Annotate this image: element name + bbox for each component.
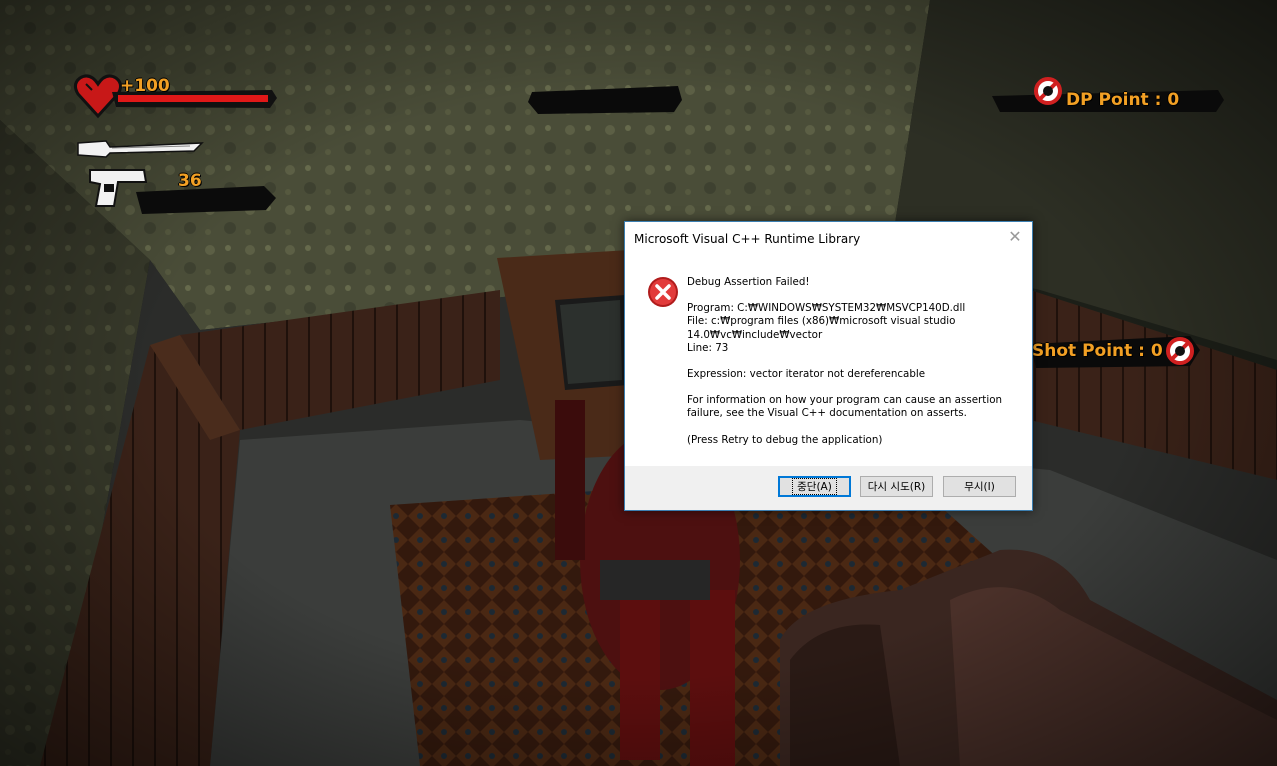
objective-banner [528, 86, 682, 114]
health-value: +100 [120, 76, 170, 96]
knife-icon [77, 140, 204, 158]
ammo-count: 36 [178, 171, 202, 191]
file-path-line-2: 14.0₩vc₩include₩vector [687, 328, 823, 341]
program-path: Program: C:₩WINDOWS₩SYSTEM32₩MSVCP140D.d… [687, 302, 966, 315]
info-text-line-1: For information on how your program can … [687, 394, 1003, 407]
no-entry-icon [1034, 77, 1062, 105]
assertion-dialog: Microsoft Visual C++ Runtime Library ✕ D… [624, 221, 1033, 511]
error-icon [648, 277, 678, 307]
line-number: Line: 73 [687, 341, 729, 354]
shot-point-label: Shot Point : 0 [1032, 341, 1163, 361]
close-button[interactable]: ✕ [1004, 226, 1026, 248]
game-viewport[interactable]: +100 36 DP Point : 0 Shot Point : 0 Micr… [0, 0, 1277, 766]
dialog-title: Microsoft Visual C++ Runtime Library [634, 232, 861, 246]
dialog-message: Debug Assertion Failed! Program: C:₩WIND… [687, 276, 1022, 447]
expression-text: Expression: vector iterator not derefere… [687, 368, 926, 381]
file-path-line-1: File: c:₩program files (x86)₩microsoft v… [687, 315, 956, 328]
health-bar-fill [118, 95, 268, 102]
dp-point-label: DP Point : 0 [1066, 90, 1180, 110]
ignore-button[interactable]: 무시(I) [943, 476, 1016, 497]
retry-button[interactable]: 다시 시도(R) [860, 476, 933, 497]
abort-button-label: 중단(A) [792, 478, 837, 495]
ammo-bar [136, 186, 276, 214]
info-text-line-2: failure, see the Visual C++ documentatio… [687, 407, 967, 420]
dialog-button-bar: 중단(A) 다시 시도(R) 무시(I) [625, 466, 1032, 510]
assertion-heading: Debug Assertion Failed! [687, 276, 810, 288]
no-entry-icon [1166, 337, 1194, 365]
abort-button[interactable]: 중단(A) [778, 476, 851, 497]
retry-hint: (Press Retry to debug the application) [687, 433, 883, 446]
